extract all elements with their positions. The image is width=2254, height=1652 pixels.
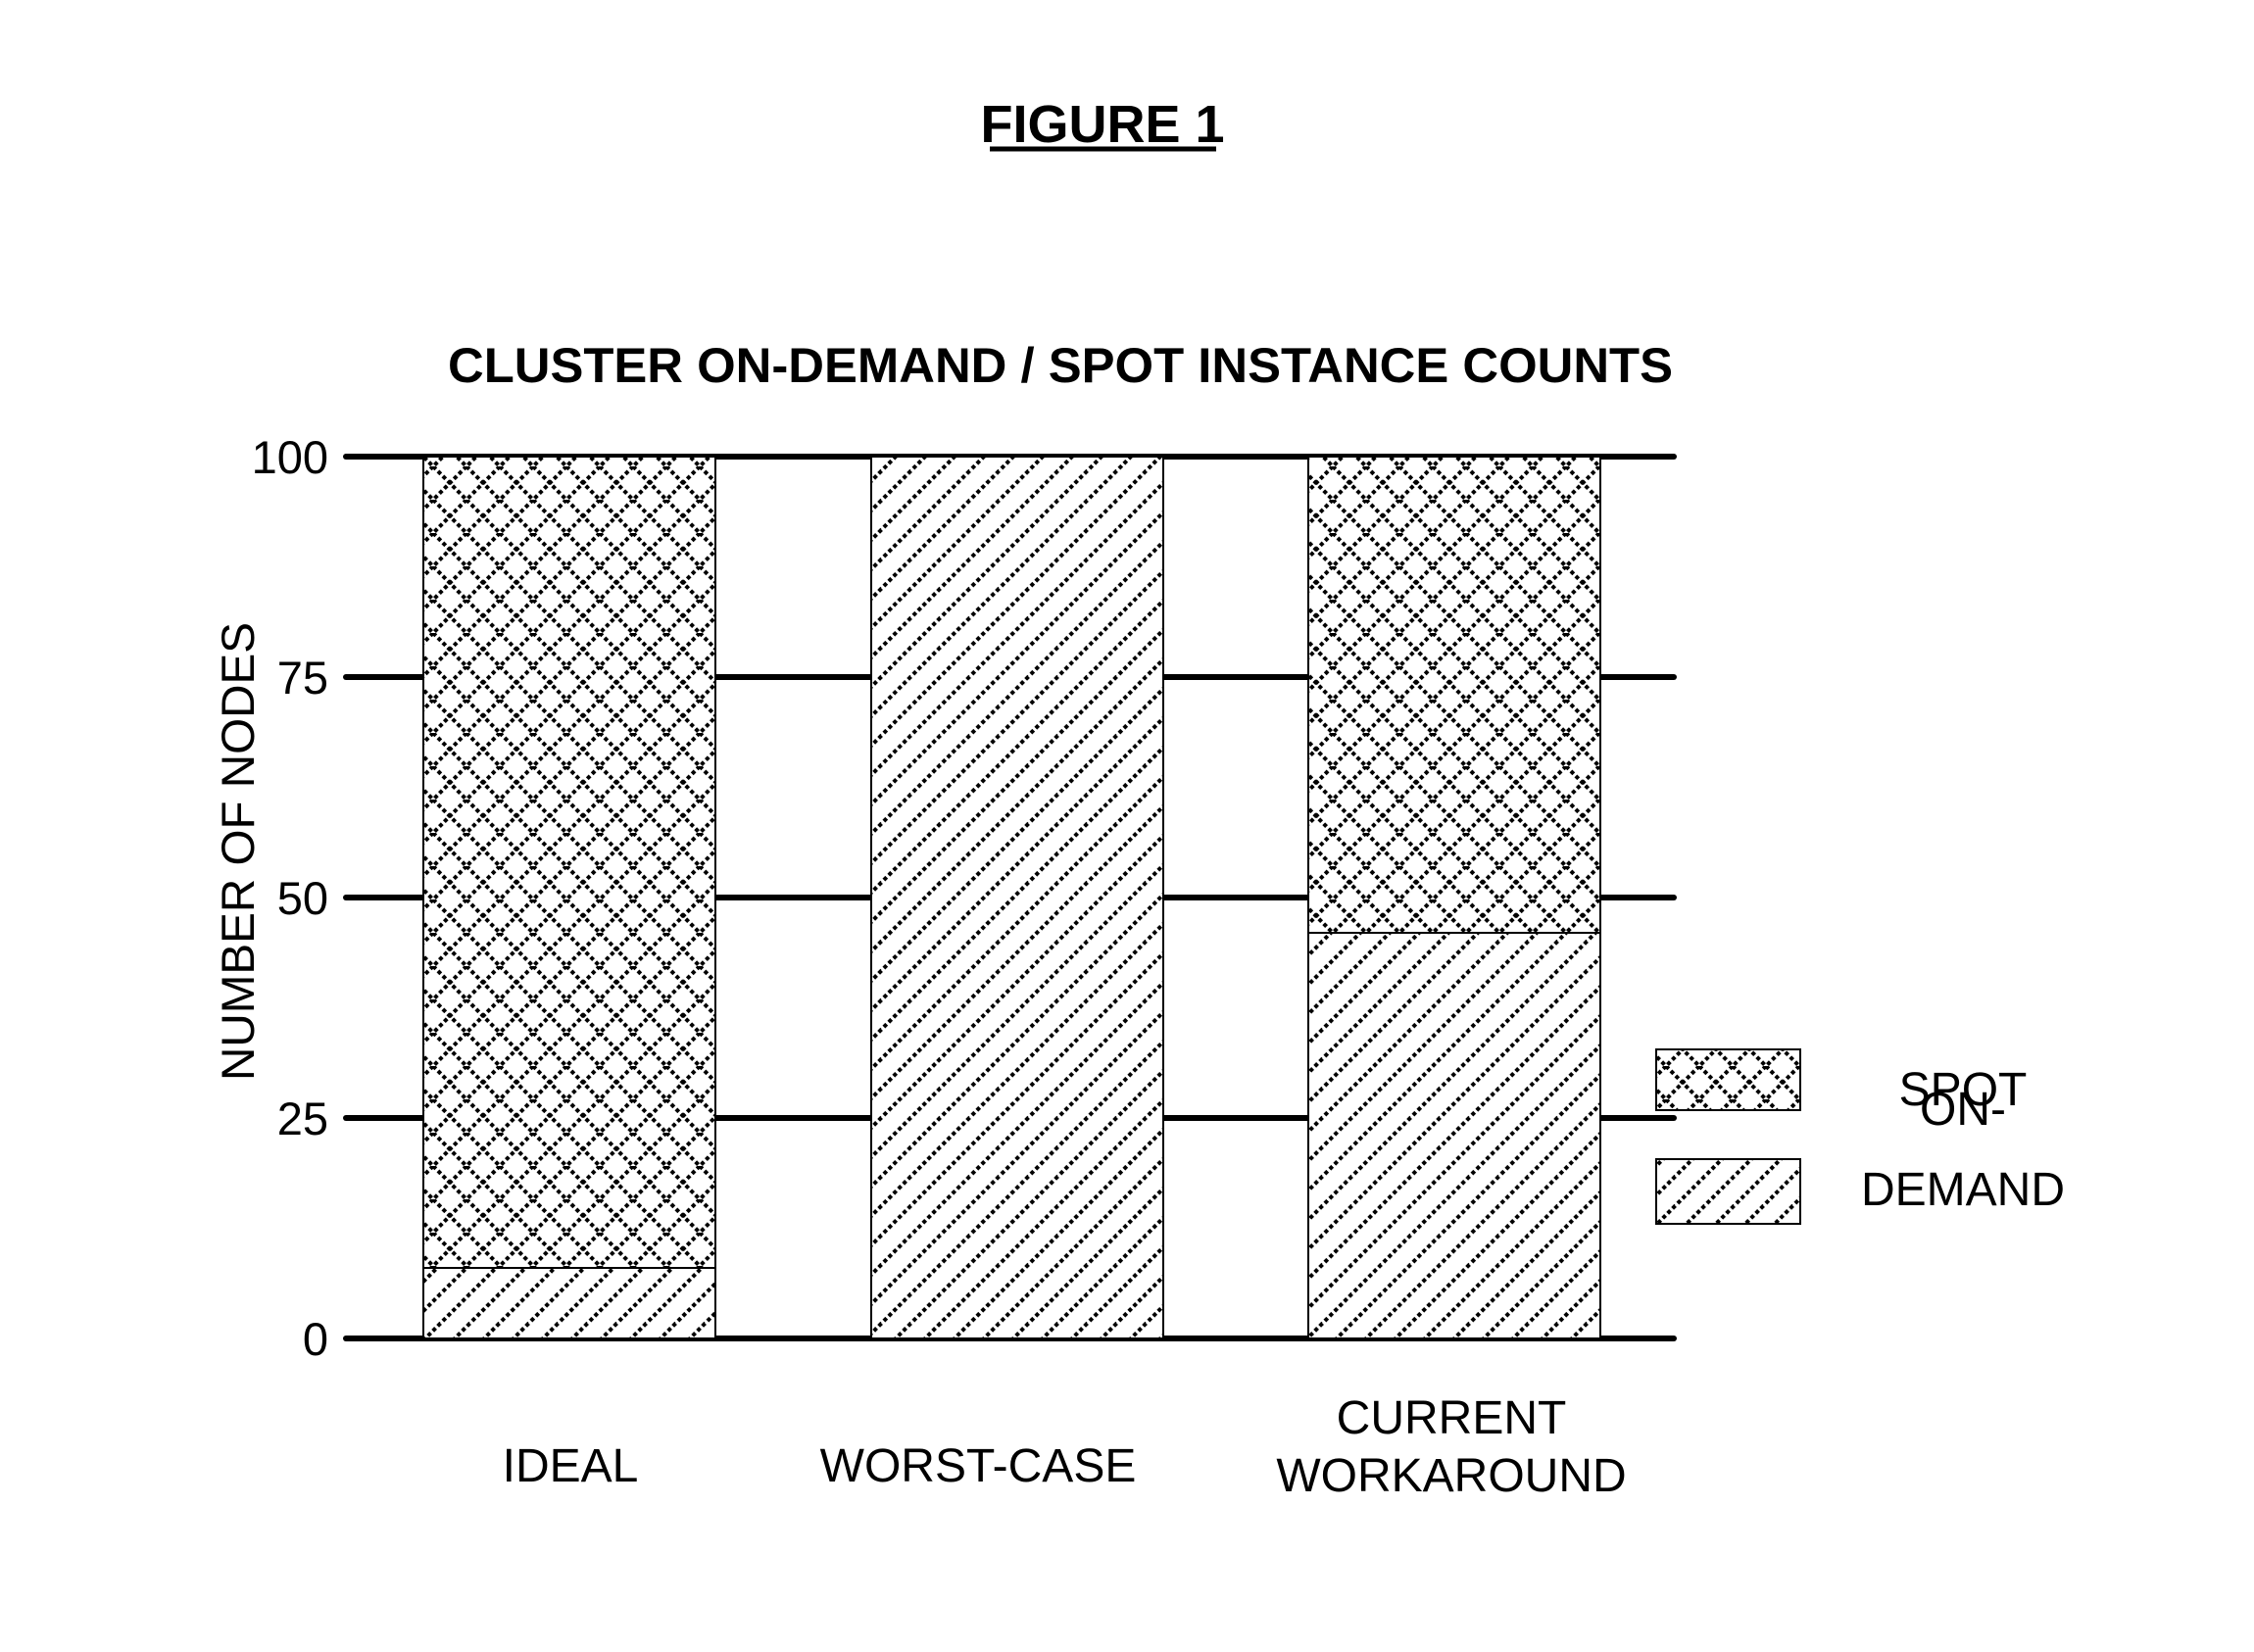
- y-tick-label: 100: [252, 431, 328, 483]
- y-tick-label: 25: [277, 1093, 328, 1144]
- x-tick-label: WORST-CASE: [820, 1440, 1137, 1492]
- legend-label: DEMAND: [1861, 1164, 2065, 1216]
- legend-swatch-on-demand: [1655, 1158, 1801, 1225]
- y-tick-label: 75: [277, 652, 328, 704]
- legend: SPOTON-DEMAND: [1655, 1048, 2065, 1225]
- x-tick-labels: IDEAL WORST-CASE CURRENT WORKAROUND: [503, 1392, 1627, 1502]
- x-tick-label: IDEAL: [503, 1440, 639, 1492]
- x-tick-label: WORKAROUND: [1276, 1450, 1626, 1502]
- bar-ideal-spot: [422, 456, 716, 1269]
- bars: [422, 456, 1601, 1339]
- legend-swatch-spot: [1655, 1048, 1801, 1111]
- legend-label: ON-: [1920, 1084, 2006, 1136]
- bar-current-workaround-on-demand: [1307, 932, 1601, 1339]
- y-axis-label: NUMBER OF NODES: [212, 622, 264, 1081]
- figure-title: FIGURE 1: [980, 95, 1224, 154]
- bar-worst-case-on-demand: [870, 456, 1164, 1339]
- x-tick-label: CURRENT: [1337, 1392, 1567, 1444]
- y-tick-label: 0: [303, 1313, 328, 1365]
- y-tick-label: 50: [277, 872, 328, 924]
- chart: FIGURE 1 CLUSTER ON-DEMAND / SPOT INSTAN…: [212, 95, 2065, 1502]
- bar-ideal-on-demand: [422, 1267, 716, 1339]
- bar-current-workaround-spot: [1307, 456, 1601, 934]
- chart-title: CLUSTER ON-DEMAND / SPOT INSTANCE COUNTS: [448, 338, 1673, 393]
